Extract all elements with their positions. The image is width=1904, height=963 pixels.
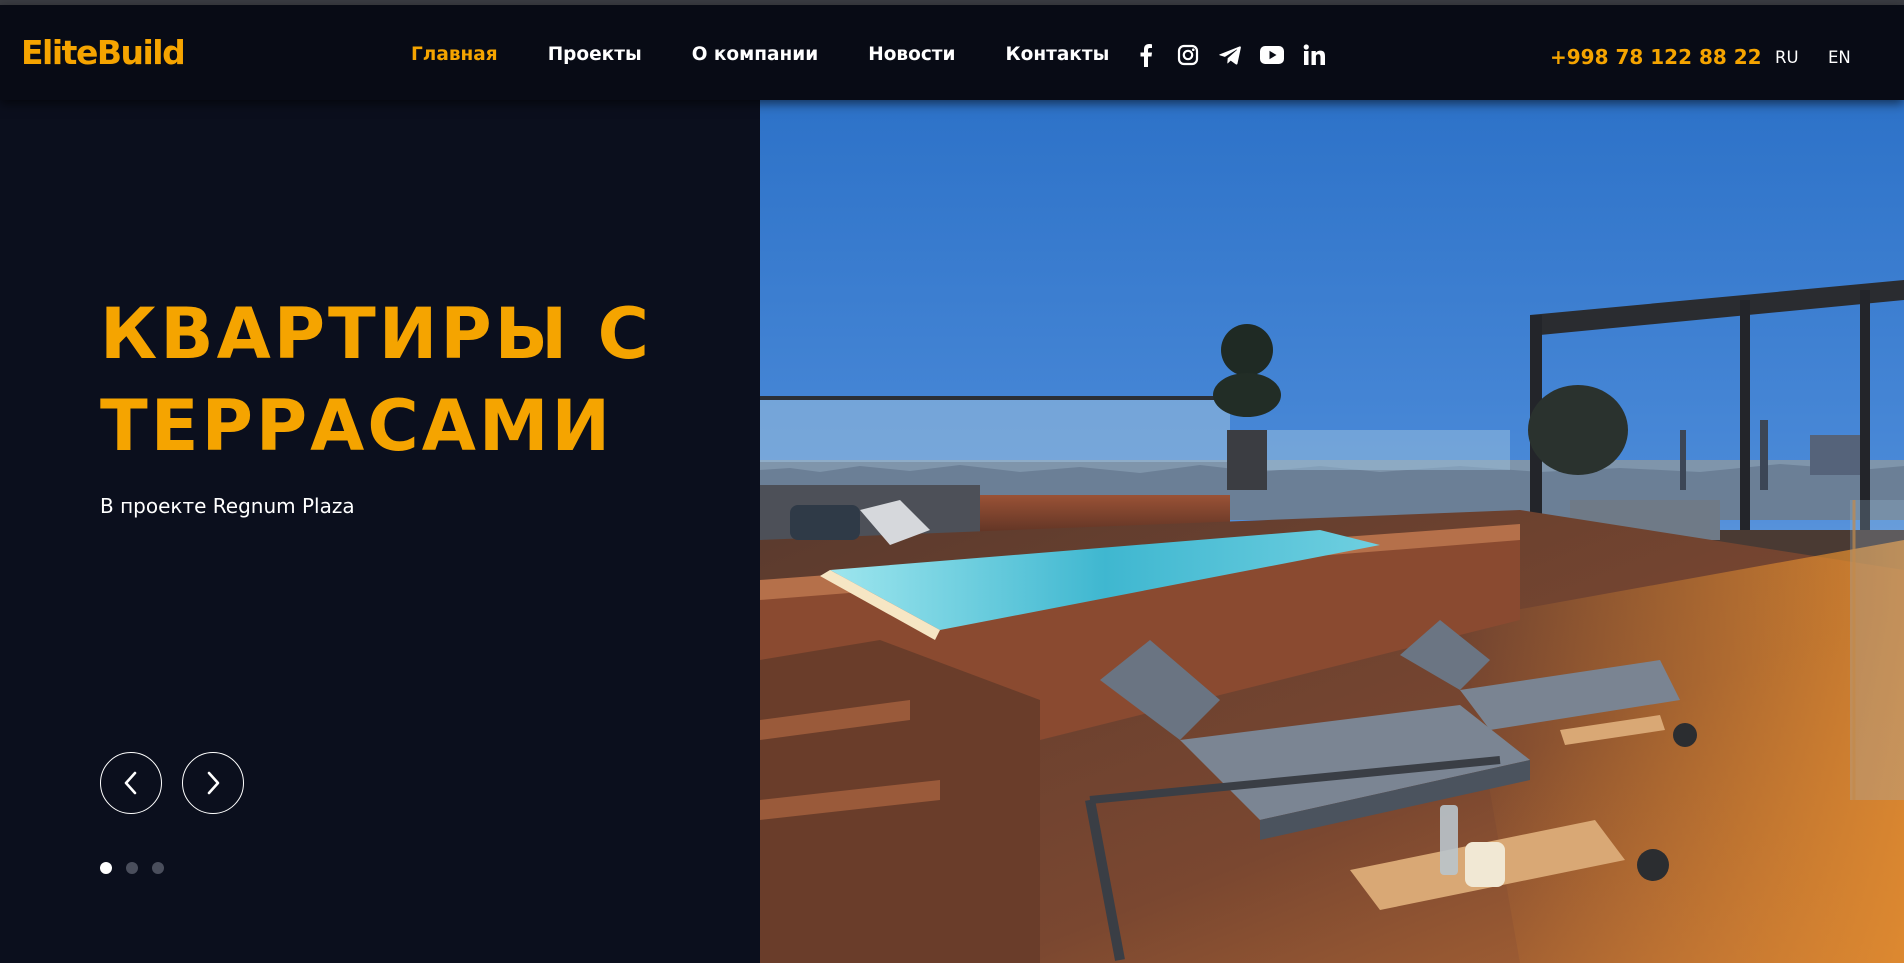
logo[interactable]: EliteBuild [21,33,186,72]
hero-title: Квартиры с террасами [100,293,652,467]
nav-item-contacts[interactable]: Контакты [1005,44,1109,65]
youtube-icon[interactable] [1259,42,1285,68]
site-header: EliteBuild Главная Проекты О компании Но… [0,5,1904,100]
facebook-icon[interactable] [1133,42,1159,68]
slider-next-button[interactable] [182,752,244,814]
main-nav: Главная Проекты О компании Новости Конта… [411,44,1159,65]
nav-item-projects[interactable]: Проекты [548,44,642,65]
nav-item-home[interactable]: Главная [411,44,498,65]
lang-ru[interactable]: RU [1775,48,1799,67]
slider-prev-button[interactable] [100,752,162,814]
chevron-right-icon [207,771,220,795]
social-links [1133,42,1343,68]
linkedin-icon[interactable] [1301,42,1327,68]
hero-text-panel [0,100,760,963]
nav-item-news[interactable]: Новости [868,44,955,65]
nav-item-about[interactable]: О компании [692,44,819,65]
lang-en[interactable]: EN [1828,48,1851,67]
hero-subtitle: В проекте Regnum Plaza [100,494,355,518]
instagram-icon[interactable] [1175,42,1201,68]
hero-image [760,100,1904,963]
slider-dot-2[interactable] [126,862,138,874]
telegram-icon[interactable] [1217,42,1243,68]
chevron-left-icon [124,771,137,795]
phone-number[interactable]: +998 78 122 88 22 [1550,45,1762,69]
slider-dot-1[interactable] [100,862,112,874]
slider-dot-3[interactable] [152,862,164,874]
slider-pagination [100,862,164,874]
